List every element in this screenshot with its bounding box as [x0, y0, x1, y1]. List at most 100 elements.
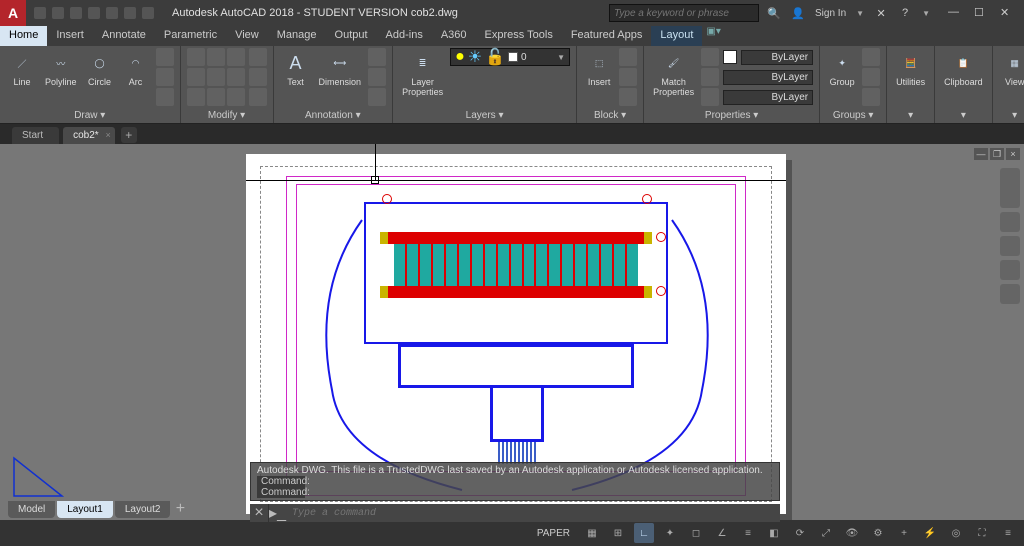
viewcube[interactable] [1000, 168, 1020, 208]
panel-modify-title[interactable]: Modify ▾ [187, 107, 267, 123]
mirror-icon[interactable] [207, 68, 225, 86]
anno-scale[interactable]: ⤢ [816, 523, 836, 543]
zoom-icon[interactable] [1000, 260, 1020, 280]
move-icon[interactable] [187, 48, 205, 66]
tab-featured[interactable]: Featured Apps [562, 26, 652, 46]
vp-restore-icon[interactable]: ❐ [990, 148, 1004, 160]
qat-new-icon[interactable] [34, 7, 46, 19]
qat-open-icon[interactable] [52, 7, 64, 19]
prop-lw-icon[interactable] [701, 68, 719, 86]
color-swatch[interactable] [723, 50, 737, 64]
panel-view-title[interactable]: ▾ [999, 107, 1024, 123]
clean-screen[interactable]: ⛶ [972, 523, 992, 543]
doc-tab-file[interactable]: cob2*× [63, 127, 115, 144]
arc-button[interactable]: ◠Arc [120, 48, 152, 89]
lineweight-toggle[interactable]: ≡ [738, 523, 758, 543]
anno-vis[interactable]: 👁 [842, 523, 862, 543]
fillet-icon[interactable] [227, 68, 245, 86]
panel-annotation-title[interactable]: Annotation ▾ [280, 107, 387, 123]
array-icon[interactable] [227, 88, 245, 106]
ellipse-icon[interactable] [156, 88, 174, 106]
polyline-button[interactable]: 〰Polyline [42, 48, 80, 89]
text-button[interactable]: AText [280, 48, 312, 89]
utilities-button[interactable]: 🧮Utilities [893, 48, 928, 89]
maximize-button[interactable]: ☐ [974, 6, 988, 20]
minimize-button[interactable]: — [948, 6, 962, 20]
paper-space[interactable] [246, 154, 786, 514]
app-logo[interactable]: A [0, 0, 26, 26]
qat-plot-icon[interactable] [106, 7, 118, 19]
snap-toggle[interactable]: ⊞ [608, 523, 628, 543]
panel-layers-title[interactable]: Layers ▾ [399, 107, 570, 123]
help-icon[interactable]: ? [898, 6, 912, 20]
stretch-icon[interactable] [187, 88, 205, 106]
commandline-close-icon[interactable]: × [250, 504, 268, 522]
doc-tab-close-icon[interactable]: × [105, 130, 110, 140]
qat-saveas-icon[interactable] [88, 7, 100, 19]
ungroup-icon[interactable] [862, 48, 880, 66]
vp-close-icon[interactable]: × [1006, 148, 1020, 160]
offset-icon[interactable] [249, 88, 267, 106]
scale-icon[interactable] [207, 88, 225, 106]
tab-layout[interactable]: Layout [651, 26, 702, 46]
help-search-input[interactable] [609, 4, 759, 22]
polar-toggle[interactable]: ✦ [660, 523, 680, 543]
linetype-dropdown[interactable]: ByLayer [723, 90, 813, 105]
qat-save-icon[interactable] [70, 7, 82, 19]
tab-manage[interactable]: Manage [268, 26, 326, 46]
lineweight-dropdown[interactable]: ByLayer [723, 70, 813, 85]
tab-insert[interactable]: Insert [47, 26, 93, 46]
panel-utilities-title[interactable]: ▾ [893, 107, 928, 123]
tab-a360[interactable]: A360 [432, 26, 476, 46]
commandline-recent-icon[interactable]: ▸_ [268, 504, 286, 522]
hardware-accel[interactable]: ⚡ [920, 523, 940, 543]
exchange-icon[interactable]: ✕ [874, 6, 888, 20]
layout-tab-model[interactable]: Model [8, 501, 55, 518]
add-doc-tab[interactable]: + [121, 127, 137, 143]
erase-icon[interactable] [249, 48, 267, 66]
cycling-toggle[interactable]: ⟳ [790, 523, 810, 543]
ribbon-pin-icon[interactable]: ▣▾ [706, 26, 720, 46]
orbit-icon[interactable] [1000, 284, 1020, 304]
group-edit-icon[interactable] [862, 68, 880, 86]
space-indicator[interactable]: PAPER [531, 528, 576, 539]
table-icon[interactable] [368, 68, 386, 86]
layout-tab-layout2[interactable]: Layout2 [115, 501, 171, 518]
vp-min-icon[interactable]: — [974, 148, 988, 160]
qat-undo-icon[interactable] [124, 7, 136, 19]
hatch-icon[interactable] [156, 68, 174, 86]
qat-redo-icon[interactable] [142, 7, 154, 19]
prop-lt-icon[interactable] [701, 88, 719, 106]
group-sel-icon[interactable] [862, 88, 880, 106]
dimension-button[interactable]: ⟷Dimension [316, 48, 365, 89]
copy-icon[interactable] [187, 68, 205, 86]
edit-block-icon[interactable] [619, 68, 637, 86]
close-button[interactable]: ✕ [1000, 6, 1014, 20]
layer-properties-button[interactable]: ≣Layer Properties [399, 48, 446, 99]
signin-icon[interactable]: 👤 [791, 6, 805, 20]
tab-annotate[interactable]: Annotate [93, 26, 155, 46]
trim-icon[interactable] [227, 48, 245, 66]
nav-wheel-icon[interactable] [1000, 212, 1020, 232]
prop-color-icon[interactable] [701, 48, 719, 66]
tab-addins[interactable]: Add-ins [377, 26, 432, 46]
pan-icon[interactable] [1000, 236, 1020, 256]
layout-tab-layout1[interactable]: Layout1 [57, 501, 113, 518]
panel-clipboard-title[interactable]: ▾ [941, 107, 986, 123]
match-properties-button[interactable]: 🖌Match Properties [650, 48, 697, 99]
leader-icon[interactable] [368, 48, 386, 66]
rectangle-icon[interactable] [156, 48, 174, 66]
customize-status[interactable]: ≡ [998, 523, 1018, 543]
tab-parametric[interactable]: Parametric [155, 26, 226, 46]
panel-groups-title[interactable]: Groups ▾ [826, 107, 880, 123]
anno-monitor[interactable]: + [894, 523, 914, 543]
workspace-switch[interactable]: ⚙ [868, 523, 888, 543]
current-layer-dropdown[interactable]: ●☀🔓 0 ▼ [450, 48, 570, 66]
tab-view[interactable]: View [226, 26, 268, 46]
osnap-toggle[interactable]: ◻ [686, 523, 706, 543]
tab-express[interactable]: Express Tools [476, 26, 562, 46]
line-button[interactable]: ／Line [6, 48, 38, 89]
circle-button[interactable]: ◯Circle [84, 48, 116, 89]
rotate-icon[interactable] [207, 48, 225, 66]
ortho-toggle[interactable]: ∟ [634, 523, 654, 543]
